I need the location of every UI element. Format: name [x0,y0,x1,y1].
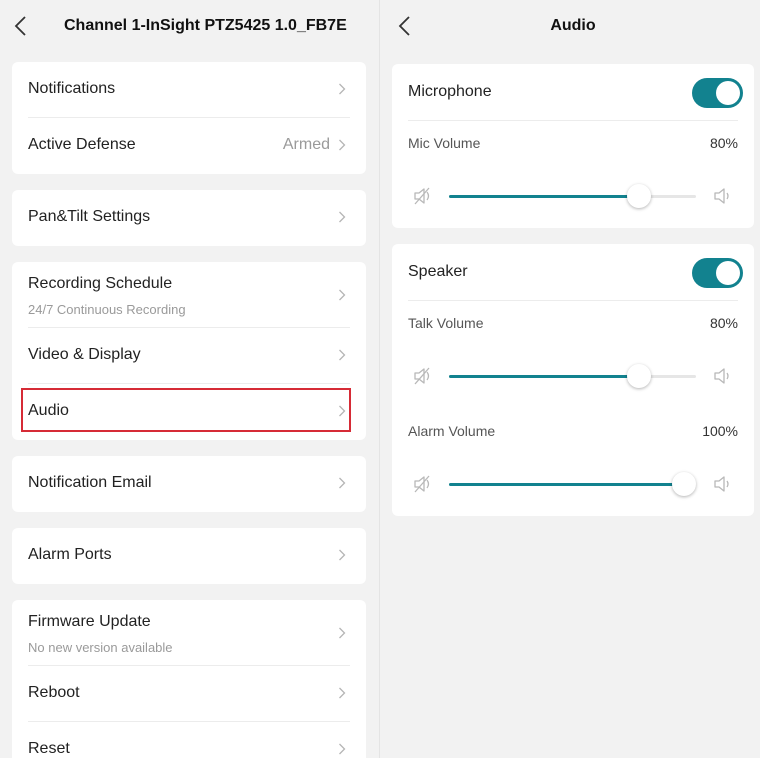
chevron-right-icon [338,211,346,223]
highlight-box [21,388,351,432]
slider-thumb[interactable] [627,184,652,208]
settings-item-label: Notification Email [28,474,152,491]
channel-settings-panel: Channel 1-InSight PTZ5425 1.0_FB7E Notif… [0,0,380,758]
microphone-toggle[interactable] [692,78,743,108]
alarm-volume-value: 100% [702,423,738,439]
settings-item-notification-email[interactable]: Notification Email [12,456,366,512]
chevron-right-icon [338,627,346,639]
settings-item-firmware-update[interactable]: Firmware Update No new version available [12,600,366,666]
slider-fill [449,375,640,378]
audio-header: Audio [380,0,760,52]
mic-volume-slider[interactable] [449,184,696,208]
settings-item-label: Notifications [28,80,116,97]
settings-item-pan-tilt[interactable]: Pan&Tilt Settings [12,190,366,246]
page-title: Audio [550,17,596,34]
chevron-right-icon [338,139,346,151]
chevron-right-icon [338,549,346,561]
settings-item-label: Pan&Tilt Settings [28,208,151,225]
recording-schedule-subtitle: 24/7 Continuous Recording [28,302,186,317]
settings-item-label: Firmware Update [28,613,151,630]
page-title: Channel 1-InSight PTZ5425 1.0_FB7E [64,17,347,34]
volume-mute-icon [412,474,434,494]
microphone-card: Microphone Mic Volume 80% [392,64,754,228]
microphone-label: Microphone [408,83,492,100]
alarm-volume-label: Alarm Volume [408,423,496,439]
toggle-knob [716,261,740,285]
slider-fill [449,483,684,486]
chevron-left-icon [14,16,26,36]
volume-mute-icon [412,366,434,386]
mic-volume-label: Mic Volume [408,135,481,151]
settings-item-video-display[interactable]: Video & Display [12,328,366,384]
channel-header: Channel 1-InSight PTZ5425 1.0_FB7E [0,0,380,52]
settings-group-ptz: Pan&Tilt Settings [12,190,366,246]
volume-up-icon [712,186,734,206]
settings-item-notifications[interactable]: Notifications [12,62,366,118]
divider [408,120,738,121]
settings-item-reboot[interactable]: Reboot [12,666,366,722]
volume-up-icon [712,366,734,386]
settings-item-label: Audio [28,402,69,419]
settings-item-active-defense[interactable]: Active Defense Armed [12,118,366,174]
back-button[interactable] [13,15,27,37]
settings-group-media: Recording Schedule 24/7 Continuous Recor… [12,262,366,440]
settings-group-system: Firmware Update No new version available… [12,600,366,758]
settings-item-alarm-ports[interactable]: Alarm Ports [12,528,366,584]
slider-thumb[interactable] [671,472,696,496]
settings-item-label: Active Defense [28,136,136,153]
settings-item-label: Alarm Ports [28,546,112,563]
settings-item-label: Video & Display [28,346,141,363]
speaker-card: Speaker Talk Volume 80% Alarm Volume 100… [392,244,754,516]
chevron-right-icon [338,477,346,489]
toggle-knob [716,81,740,105]
settings-item-label: Recording Schedule [28,275,173,292]
active-defense-status: Armed [282,136,330,153]
divider [408,300,738,301]
speaker-toggle[interactable] [692,258,743,288]
settings-group-alarm: Alarm Ports [12,528,366,584]
firmware-update-subtitle: No new version available [28,640,173,655]
settings-item-label: Reboot [28,684,80,701]
speaker-label: Speaker [408,263,468,280]
chevron-right-icon [338,289,346,301]
talk-volume-label: Talk Volume [408,315,484,331]
settings-item-label: Reset [28,740,70,757]
volume-mute-icon [412,186,434,206]
settings-group-email: Notification Email [12,456,366,512]
settings-item-reset[interactable]: Reset [12,722,366,758]
chevron-right-icon [338,405,346,417]
mic-volume-value: 80% [709,135,738,151]
volume-up-icon [712,474,734,494]
alarm-volume-slider[interactable] [449,472,696,496]
settings-item-recording-schedule[interactable]: Recording Schedule 24/7 Continuous Recor… [12,262,366,328]
chevron-right-icon [338,349,346,361]
slider-fill [449,195,640,198]
settings-group-alerts: Notifications Active Defense Armed [12,62,366,174]
talk-volume-slider[interactable] [449,364,696,388]
chevron-right-icon [338,687,346,699]
slider-thumb[interactable] [627,364,652,388]
chevron-right-icon [338,83,346,95]
settings-item-audio[interactable]: Audio [12,384,366,440]
chevron-right-icon [338,743,346,755]
audio-settings-panel: Audio Microphone Mic Volume 80% Speaker … [380,0,760,758]
talk-volume-value: 80% [709,315,738,331]
